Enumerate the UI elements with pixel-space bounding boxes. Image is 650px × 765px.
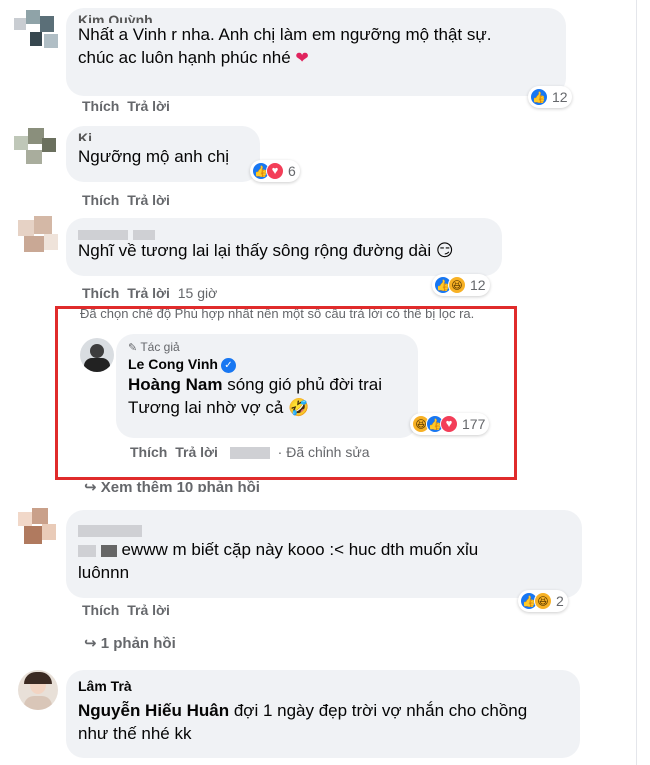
- pencil-icon: ✎: [128, 342, 138, 354]
- reaction-summary[interactable]: 👍 😆 12: [432, 274, 490, 296]
- comment-actions: Thích Trả lời: [82, 602, 174, 618]
- commenter-name[interactable]: Kim Quỳnh: [78, 12, 554, 23]
- comment-text: Nguyễn Hiếu Huân đợi 1 ngày đẹp trời vợ …: [78, 701, 528, 720]
- comment-bubble: Lâm Trà Nguyễn Hiếu Huân đợi 1 ngày đẹp …: [66, 670, 580, 758]
- author-badge: ✎ Tác giả: [128, 340, 180, 354]
- tagged-user[interactable]: Hoàng Nam: [128, 375, 222, 394]
- love-reaction-icon: ♥: [266, 162, 284, 180]
- timestamp[interactable]: 15 giờ: [178, 285, 218, 301]
- comment-bubble: Kim Quỳnh Nhất a Vinh r nha. Anh chị làm…: [66, 8, 566, 96]
- verified-badge-icon: ✓: [220, 357, 236, 373]
- reply-text: Tương lai nhờ vợ cả 🤣: [128, 398, 310, 417]
- love-reaction-icon: ♥: [440, 415, 458, 433]
- comment-bubble: Ki Ngưỡng mộ anh chị: [66, 126, 260, 182]
- commenter-name[interactable]: [78, 222, 490, 240]
- scrollbar-track[interactable]: [636, 0, 650, 765]
- like-button[interactable]: Thích: [82, 602, 119, 618]
- rofl-emoji-icon: 🤣: [288, 398, 310, 417]
- avatar[interactable]: [14, 508, 64, 554]
- commenter-name[interactable]: Lâm Trà: [78, 678, 568, 695]
- reaction-count: 2: [556, 593, 564, 609]
- edited-label: · Đã chỉnh sửa: [277, 444, 370, 460]
- reaction-summary[interactable]: 👍 ♥ 6: [250, 160, 300, 182]
- reply-button[interactable]: Trả lời: [127, 192, 170, 208]
- reply-button[interactable]: Trả lời: [127, 98, 170, 114]
- like-button[interactable]: Thích: [82, 285, 119, 301]
- comment-bubble: Nghĩ về tương lai lại thấy sông rộng đườ…: [66, 218, 502, 276]
- comment-text: ewww m biết cặp này kooo :< huc dth muốn…: [78, 538, 570, 561]
- commenter-name[interactable]: [78, 518, 570, 537]
- comment-actions: Thích Trả lời 15 giờ: [82, 285, 221, 301]
- commenter-name[interactable]: Ki: [78, 130, 248, 141]
- reaction-count: 177: [462, 416, 486, 432]
- comment-text: Nhất a Vinh r nha. Anh chị làm em ngưỡng…: [78, 25, 492, 44]
- reaction-summary[interactable]: 👍 12: [528, 86, 572, 108]
- commenter-name[interactable]: Le Cong Vinh ✓: [128, 356, 406, 373]
- like-button[interactable]: Thích: [82, 98, 119, 114]
- haha-reaction-icon: 😆: [534, 592, 552, 610]
- comment-text: Ngưỡng mộ anh chị: [78, 147, 230, 166]
- comment-text: như thế nhé kk: [78, 724, 192, 743]
- avatar[interactable]: [14, 128, 64, 170]
- comment-text: luônnn: [78, 563, 130, 582]
- reply-button[interactable]: Trả lời: [175, 444, 218, 460]
- smirk-emoji-icon: 😏: [435, 241, 454, 260]
- redacted-timestamp: [229, 447, 270, 460]
- heart-emoji-icon: ❤: [295, 50, 309, 67]
- reaction-summary[interactable]: 👍 😆 2: [518, 590, 568, 612]
- reaction-count: 6: [288, 163, 296, 179]
- comment-text: Nghĩ về tương lai lại thấy sông rộng đườ…: [78, 241, 454, 260]
- view-replies-link[interactable]: ↪ 1 phản hồi: [84, 634, 176, 652]
- comment-actions: Thích Trả lời: [82, 98, 174, 114]
- like-button[interactable]: Thích: [130, 444, 167, 460]
- avatar[interactable]: [18, 670, 58, 710]
- reply-button[interactable]: Trả lời: [127, 285, 170, 301]
- comment-text: chúc ac luôn hạnh phúc nhé ❤: [78, 48, 309, 67]
- comment-actions: Thích Trả lời: [82, 192, 174, 208]
- like-button[interactable]: Thích: [82, 192, 119, 208]
- reply-actions: Thích Trả lời · Đã chỉnh sửa: [130, 444, 374, 460]
- reply-bubble: ✎ Tác giả Le Cong Vinh ✓ Hoàng Nam sóng g…: [116, 334, 418, 438]
- avatar[interactable]: [14, 216, 64, 262]
- see-more-replies-link[interactable]: ↪ Xem thêm 10 phản hồi: [84, 478, 260, 492]
- reaction-count: 12: [470, 277, 486, 293]
- reaction-summary[interactable]: 😆 👍 ♥ 177: [410, 413, 490, 435]
- reply-text: Hoàng Nam sóng gió phủ đời trai: [128, 375, 382, 394]
- reaction-count: 12: [552, 89, 568, 105]
- avatar[interactable]: [80, 338, 114, 372]
- haha-reaction-icon: 😆: [448, 276, 466, 294]
- tagged-user[interactable]: Nguyễn Hiếu Huân: [78, 701, 229, 720]
- like-reaction-icon: 👍: [530, 88, 548, 106]
- comment-bubble: ewww m biết cặp này kooo :< huc dth muốn…: [66, 510, 582, 598]
- reply-button[interactable]: Trả lời: [127, 602, 170, 618]
- avatar[interactable]: [14, 10, 64, 56]
